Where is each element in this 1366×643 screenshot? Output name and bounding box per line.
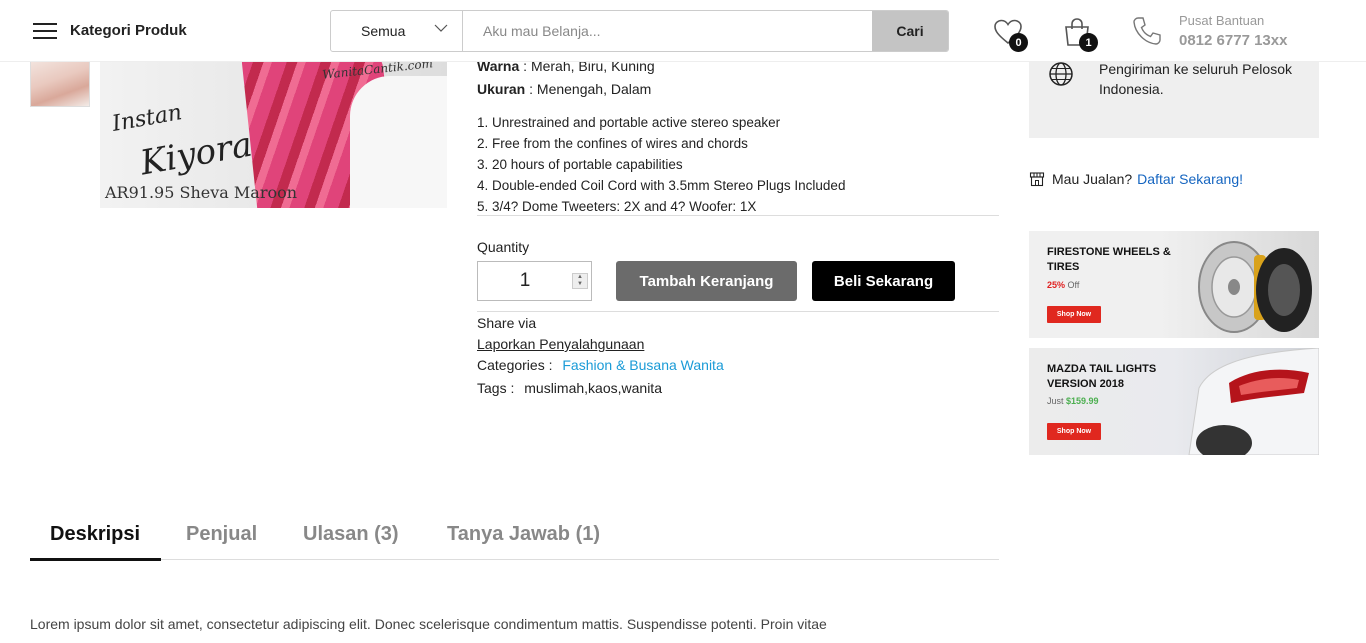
promo-banner-wheels[interactable]: FIRESTONE WHEELS & TIRES 25% Off Shop No… [1029, 231, 1319, 338]
globe-icon [1049, 62, 1073, 86]
tab-reviews[interactable]: Ulasan (3) [303, 523, 399, 546]
quantity-stepper: 1 ▲ ▼ [477, 261, 592, 301]
promo-banner-tail-lights[interactable]: MAZDA TAIL LIGHTS VERSION 2018 Just $159… [1029, 348, 1319, 455]
phone-icon [1133, 17, 1161, 45]
help-center-label: Pusat Bantuan [1179, 13, 1265, 28]
product-features-list: 1. Unrestrained and portable active ster… [477, 112, 845, 217]
chevron-down-icon [434, 24, 448, 32]
feature-item: 1. Unrestrained and portable active ster… [477, 115, 781, 130]
product-categories: Categories : Fashion & Busana Wanita [477, 357, 724, 373]
tags-value: muslimah,kaos,wanita [524, 380, 662, 396]
spin-down-icon[interactable]: ▼ [577, 281, 583, 288]
wheel-tire-image [1198, 241, 1312, 333]
banner-price-value: $159.99 [1066, 396, 1099, 406]
banner-price: Just $159.99 [1047, 396, 1099, 406]
report-abuse-link[interactable]: Laporkan Penyalahgunaan [477, 336, 644, 352]
share-label: Share via [477, 315, 537, 331]
active-tab-indicator [30, 558, 161, 561]
product-description: Lorem ipsum dolor sit amet, consectetur … [30, 616, 827, 632]
product-size-label: Ukuran [477, 81, 526, 97]
register-seller-link[interactable]: Daftar Sekarang! [1137, 171, 1243, 187]
divider [477, 215, 999, 216]
quantity-spinner[interactable]: ▲ ▼ [572, 273, 588, 289]
feature-item: 2. Free from the confines of wires and c… [477, 136, 748, 151]
banner-discount-value: 25% [1047, 280, 1066, 290]
product-image-sleeve [350, 76, 447, 208]
product-thumbnail[interactable] [30, 56, 90, 107]
help-center-phone[interactable]: 0812 6777 13xx [1179, 32, 1287, 49]
buy-now-button[interactable]: Beli Sekarang [812, 261, 955, 301]
shipping-info-box: Pengiriman ke seluruh Pelosok Indonesia. [1029, 50, 1319, 138]
cart-count-badge: 1 [1079, 33, 1098, 52]
product-main-image[interactable]: WanitaCantik.com Instan Kiyora AR91.95 S… [100, 56, 447, 208]
shop-now-button[interactable]: Shop Now [1047, 306, 1101, 323]
wishlist-count-badge: 0 [1009, 33, 1028, 52]
banner-price-prefix: Just [1047, 396, 1067, 406]
become-seller: Mau Jualan? Daftar Sekarang! [1029, 171, 1243, 187]
feature-item: 5. 3/4? Dome Tweeters: 2X and 4? Woofer:… [477, 199, 757, 214]
shipping-info-text: Pengiriman ke seluruh Pelosok Indonesia. [1099, 61, 1292, 97]
product-size: Ukuran : Menengah, Dalam [477, 81, 651, 97]
quantity-input[interactable]: 1 [478, 270, 572, 292]
search-bar: Semua Cari [330, 10, 949, 52]
banner-discount-suffix: Off [1065, 280, 1080, 290]
category-menu-label[interactable]: Kategori Produk [70, 22, 187, 39]
spin-up-icon[interactable]: ▲ [577, 274, 583, 281]
banner-title: FIRESTONE WHEELS & TIRES [1047, 246, 1171, 273]
category-link[interactable]: Fashion & Busana Wanita [562, 357, 723, 373]
quantity-label: Quantity [477, 239, 530, 255]
shop-now-button[interactable]: Shop Now [1047, 423, 1101, 440]
divider [477, 311, 999, 312]
search-button[interactable]: Cari [872, 11, 948, 51]
tab-description[interactable]: Deskripsi [50, 523, 140, 546]
tab-seller[interactable]: Penjual [186, 523, 257, 546]
product-size-value: : Menengah, Dalam [525, 81, 652, 97]
tab-qa[interactable]: Tanya Jawab (1) [447, 523, 600, 546]
site-header: Kategori Produk Semua Cari 0 1 Pusat Ban… [0, 0, 1366, 62]
add-to-cart-button[interactable]: Tambah Keranjang [616, 261, 797, 301]
store-icon [1029, 172, 1045, 187]
product-tabs: Deskripsi Penjual Ulasan (3) Tanya Jawab… [30, 518, 999, 561]
product-image-text-instan: Instan [110, 100, 184, 137]
banner-discount: 25% Off [1047, 280, 1079, 290]
tags-label: Tags : [477, 380, 515, 396]
search-category-select[interactable]: Semua [331, 11, 463, 51]
search-input[interactable] [463, 11, 872, 51]
feature-item: 3. 20 hours of portable capabilities [477, 157, 683, 172]
product-image-caption: AR91.95 Sheva Maroon [105, 183, 298, 202]
hamburger-menu-icon[interactable] [33, 23, 57, 41]
categories-label: Categories : [477, 357, 553, 373]
product-image-text-kiyora: Kiyora [137, 124, 256, 184]
product-tags: Tags : muslimah,kaos,wanita [477, 380, 662, 396]
search-category-value: Semua [361, 23, 406, 39]
car-tail-light-image [1188, 348, 1319, 455]
seller-prompt: Mau Jualan? [1052, 171, 1133, 187]
feature-item: 4. Double-ended Coil Cord with 3.5mm Ste… [477, 178, 846, 193]
banner-title: MAZDA TAIL LIGHTS VERSION 2018 [1047, 363, 1157, 390]
